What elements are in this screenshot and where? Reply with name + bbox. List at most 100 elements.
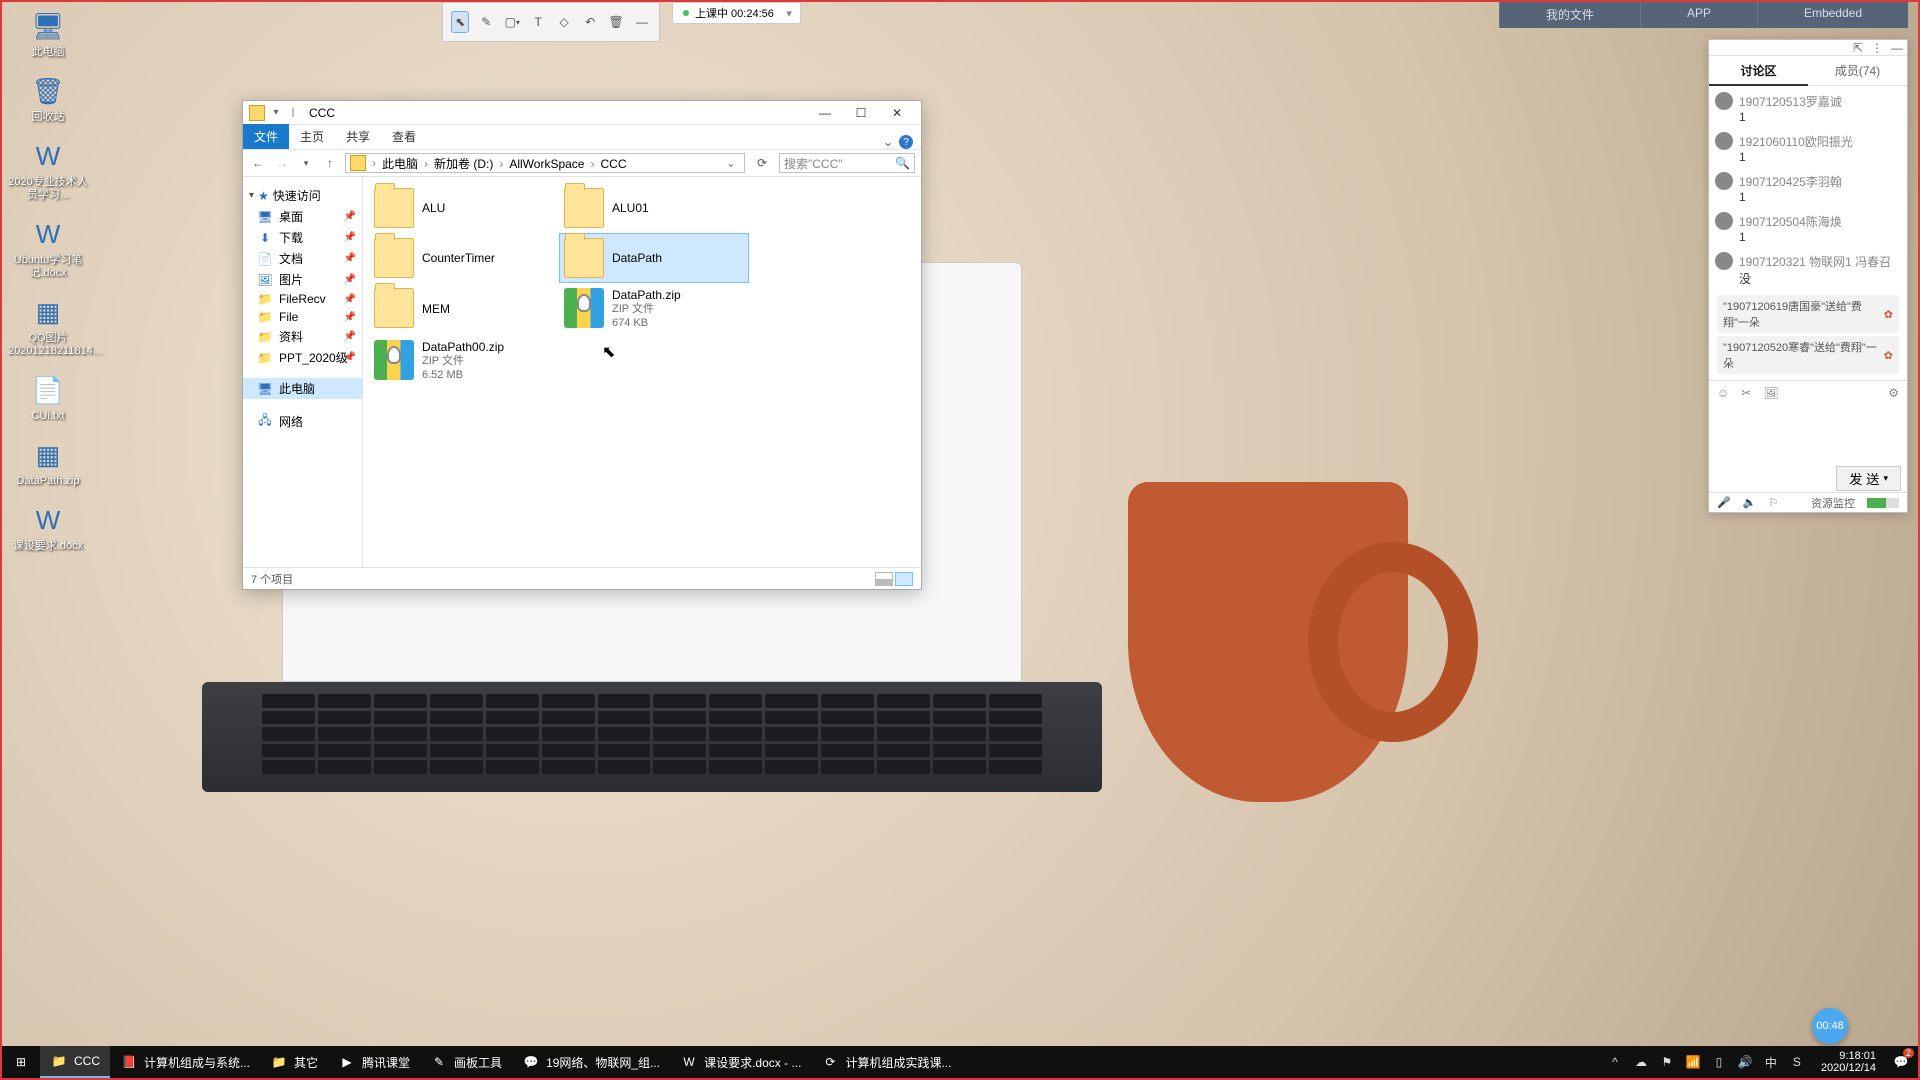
send-button[interactable]: 发 送▾	[1836, 466, 1901, 491]
desktop-icon[interactable]: ▦DataPath.zip	[6, 435, 90, 488]
tray-icon[interactable]: ⚑	[1659, 1054, 1675, 1070]
eraser-tool-icon[interactable]: ◇	[555, 11, 573, 33]
delete-icon[interactable]: 🗑	[607, 11, 625, 33]
breadcrumb-segment[interactable]: 此电脑	[378, 157, 422, 171]
folder-item[interactable]: MEM	[369, 283, 559, 335]
undo-icon[interactable]: ↶	[581, 11, 599, 33]
desktop-icon[interactable]: WUbuntu学习笔记.docx	[6, 214, 90, 280]
explorer-titlebar[interactable]: ▾ | CCC — ☐ ✕	[243, 101, 921, 125]
folder-item[interactable]: DataPath	[559, 233, 749, 283]
chat-input[interactable]	[1709, 404, 1907, 464]
desktop-icon[interactable]: 📄CUi.txt	[6, 370, 90, 423]
nav-quick-access[interactable]: ▾★快速访问	[243, 183, 362, 206]
chat-menu-icon[interactable]: ⋮	[1871, 41, 1883, 55]
taskbar-app[interactable]: ⟳计算机组成实践课...	[811, 1046, 961, 1078]
chat-tab[interactable]: 成员(74)	[1808, 56, 1907, 86]
nav-item[interactable]: 🖥桌面📌	[243, 206, 362, 227]
nav-item[interactable]: 📁File📌	[243, 308, 362, 326]
nav-item[interactable]: 📁资料📌	[243, 326, 362, 347]
speaker-icon[interactable]: 🔈	[1743, 496, 1757, 509]
gear-icon[interactable]: ⚙	[1888, 386, 1899, 400]
floating-timer[interactable]: 00:48	[1812, 1008, 1848, 1044]
flag-icon[interactable]: ⚐	[1768, 496, 1778, 509]
breadcrumb-segment[interactable]: CCC	[596, 157, 630, 171]
chat-pin-icon[interactable]: ⇱	[1853, 41, 1863, 55]
tray-icon[interactable]: 📶	[1685, 1054, 1701, 1070]
desktop-icon[interactable]: ▦QQ图片20201218211814...	[6, 292, 90, 358]
taskbar-app[interactable]: 📁其它	[260, 1046, 328, 1078]
nav-this-pc[interactable]: 🖥此电脑	[243, 378, 362, 399]
notification-center-icon[interactable]: 💬2	[1884, 1046, 1918, 1078]
ribbon-caret-icon[interactable]: ⌄	[883, 135, 893, 149]
tray-icon[interactable]: 中	[1763, 1054, 1779, 1070]
view-icons-icon[interactable]	[895, 572, 913, 586]
nav-history-icon[interactable]: ▾	[297, 154, 315, 172]
nav-item[interactable]: 📁PPT_2020级📌	[243, 347, 362, 368]
maximize-button[interactable]: ☐	[843, 102, 879, 124]
emoji-icon[interactable]: ☺	[1717, 386, 1729, 400]
taskbar-app[interactable]: 📁CCC	[40, 1046, 110, 1078]
search-icon[interactable]: 🔍	[895, 156, 910, 170]
desktop-icon[interactable]: 🗑回收站	[6, 71, 90, 124]
folder-item[interactable]: ALU	[369, 183, 559, 233]
nav-forward-icon[interactable]: →	[273, 154, 291, 172]
topnav-item[interactable]: Embedded	[1757, 2, 1908, 28]
taskbar-app[interactable]: ✎画板工具	[420, 1046, 512, 1078]
qa-dropdown-icon[interactable]: ▾	[269, 106, 283, 120]
nav-up-icon[interactable]: ↑	[321, 154, 339, 172]
tray-icon[interactable]: ▯	[1711, 1054, 1727, 1070]
view-details-icon[interactable]	[875, 572, 893, 586]
scissors-icon[interactable]: ✂	[1741, 386, 1751, 400]
topnav-item[interactable]: 我的文件	[1499, 2, 1640, 28]
class-status-chip[interactable]: 上课中 00:24:56	[672, 2, 801, 24]
taskbar-app[interactable]: ▶腾讯课堂	[328, 1046, 420, 1078]
tray-icon[interactable]: ^	[1607, 1054, 1623, 1070]
nav-network[interactable]: 🖧网络	[243, 409, 362, 434]
text-tool-icon[interactable]: T	[529, 11, 547, 33]
nav-item[interactable]: 📁FileRecv📌	[243, 290, 362, 308]
desktop-icon[interactable]: W2020专业技术人员学习...	[6, 136, 90, 202]
toolbar-minimize-icon[interactable]: —	[633, 11, 651, 33]
resource-monitor-label[interactable]: 资源监控	[1811, 495, 1855, 511]
chat-tab[interactable]: 讨论区	[1709, 56, 1808, 86]
nav-item[interactable]: 📄文档📌	[243, 248, 362, 269]
mic-icon[interactable]: 🎤	[1717, 496, 1731, 509]
file-item[interactable]: DataPath.zipZIP 文件674 KB	[559, 283, 749, 335]
address-bar[interactable]: › 此电脑›新加卷 (D:)›AllWorkSpace›CCC ⌄	[345, 153, 745, 173]
nav-item[interactable]: 🖼图片📌	[243, 269, 362, 290]
pointer-tool-icon[interactable]: ⬉	[451, 11, 469, 33]
breadcrumb-segment[interactable]: 新加卷 (D:)	[430, 157, 497, 171]
taskbar-app[interactable]: 💬19网络、物联网_组...	[512, 1046, 670, 1078]
tray-icon[interactable]: ☁	[1633, 1054, 1649, 1070]
address-dropdown-icon[interactable]: ⌄	[722, 156, 740, 170]
refresh-icon[interactable]: ⟳	[751, 156, 773, 170]
folder-item[interactable]: CounterTimer	[369, 233, 559, 283]
taskbar-clock[interactable]: 9:18:01 2020/12/14	[1813, 1046, 1884, 1078]
desktop-icon[interactable]: W课设要求.docx	[6, 500, 90, 553]
image-icon[interactable]: 🖼	[1763, 386, 1778, 400]
pen-tool-icon[interactable]: ✎	[477, 11, 495, 33]
chat-minimize-icon[interactable]: —	[1891, 41, 1903, 55]
topnav-item[interactable]: APP	[1640, 2, 1757, 28]
ribbon-tab[interactable]: 共享	[335, 124, 381, 149]
ribbon-tab[interactable]: 文件	[243, 124, 289, 149]
nav-back-icon[interactable]: ←	[249, 154, 267, 172]
search-box[interactable]: 搜索"CCC" 🔍	[779, 153, 915, 173]
breadcrumb-segment[interactable]: AllWorkSpace	[505, 157, 588, 171]
shape-tool-icon[interactable]: ▢▾	[503, 11, 521, 33]
tray-icon[interactable]: S	[1789, 1054, 1805, 1070]
nav-item[interactable]: ⬇下载📌	[243, 227, 362, 248]
help-icon[interactable]: ?	[899, 135, 913, 149]
taskbar-app[interactable]: W课设要求.docx - ...	[670, 1046, 811, 1078]
explorer-content[interactable]: ALUALU01CounterTimerDataPathMEMDataPath.…	[363, 177, 921, 567]
tray-icon[interactable]: 🔊	[1737, 1054, 1753, 1070]
file-item[interactable]: DataPath00.zipZIP 文件6.52 MB	[369, 335, 559, 387]
minimize-button[interactable]: —	[807, 102, 843, 124]
close-button[interactable]: ✕	[879, 102, 915, 124]
start-button[interactable]: ⊞	[2, 1046, 40, 1078]
folder-item[interactable]: ALU01	[559, 183, 749, 233]
taskbar-app[interactable]: 📕计算机组成与系统...	[110, 1046, 260, 1078]
desktop-icon[interactable]: 🖥此电脑	[6, 6, 90, 59]
ribbon-tab[interactable]: 查看	[381, 124, 427, 149]
ribbon-tab[interactable]: 主页	[289, 124, 335, 149]
